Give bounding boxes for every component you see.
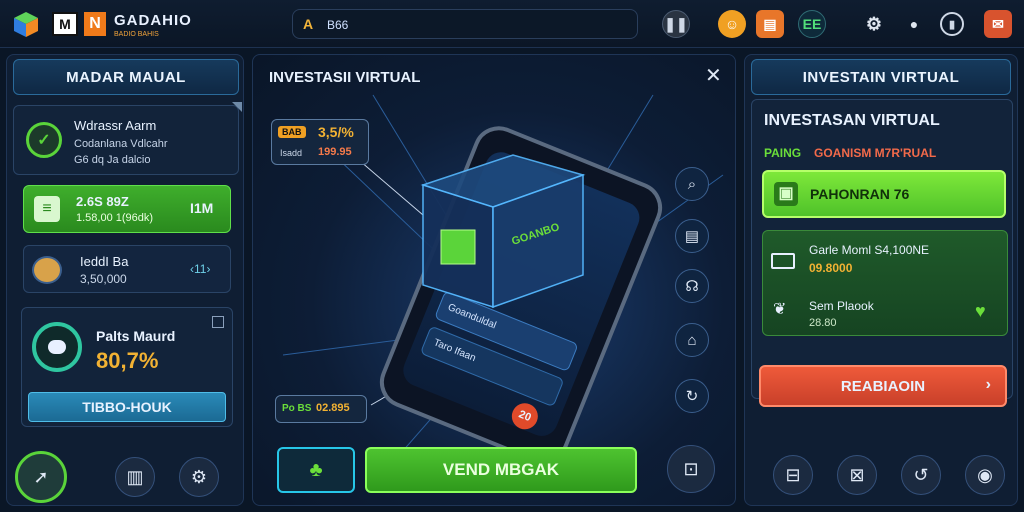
profile-icon[interactable]: ● — [900, 10, 928, 38]
search-icon[interactable]: ⌕ — [675, 167, 709, 201]
score-icon[interactable]: EE — [798, 10, 826, 38]
refresh-icon[interactable]: ↻ — [675, 379, 709, 413]
right-panel-title: INVESTAIN VIRTUAL — [751, 59, 1011, 95]
investment-card: INVESTASAN VIRTUAL PAING GOANISM M7R'RUA… — [751, 99, 1013, 399]
brand-name: GADAHIO — [114, 12, 192, 29]
balance-sub: 1.58,00 1(96dk) — [76, 212, 154, 224]
gear-icon[interactable]: ⚙ — [179, 457, 219, 497]
mail-icon[interactable]: ✉ — [984, 10, 1012, 38]
coin-icon[interactable]: ☺ — [718, 10, 746, 38]
balance-side: I1M — [190, 200, 214, 216]
profit-card[interactable]: Palts Maurd 80,7% TIBBO-HOUK — [21, 307, 233, 427]
search-icon: A — [303, 16, 314, 32]
profit-value: 80,7% — [96, 348, 159, 373]
gift-icon[interactable]: ▤ — [756, 10, 784, 38]
top-bar: M N GADAHIO BADIO BAHIS A B66 ❚❚ ☺ ▤ EE … — [0, 0, 1024, 48]
plant-icon: ❦ — [773, 301, 787, 318]
tagline-a: PAING — [764, 146, 802, 160]
left-panel: MADAR MAUAL ✓ Wdrassr Aarm Codanlana Vdl… — [6, 54, 244, 506]
holo-cube: GOANBO — [420, 154, 586, 309]
corner-marker — [232, 102, 242, 112]
primary-button[interactable]: VEND MBGAK — [365, 447, 637, 493]
deposit-side: ‹11› — [190, 262, 211, 276]
search-input[interactable]: A B66 — [292, 9, 638, 39]
deposit-card[interactable]: IeddI Ba 3,50,000 ‹11› — [23, 245, 231, 293]
brand-mark: M — [52, 12, 78, 36]
deposit-title: IeddI Ba — [80, 254, 129, 269]
row2-value: 28.80 — [809, 317, 837, 329]
rate-tag: BAB — [278, 126, 306, 138]
return-tag: Po BS — [282, 403, 312, 414]
heart-icon[interactable]: ♥ — [975, 301, 986, 322]
profit-title: Palts Maurd — [96, 328, 176, 344]
monitor-icon — [771, 253, 795, 269]
rate-sub: 199.95 — [318, 146, 352, 158]
card-icon[interactable]: ▤ — [675, 219, 709, 253]
pahonran-button[interactable]: ▣ PAHONRAN 76 — [762, 170, 1006, 218]
support-icon[interactable]: ☊ — [675, 269, 709, 303]
shop-icon[interactable]: ⊟ — [773, 455, 813, 495]
left-panel-title: MADAR MAUAL — [13, 59, 239, 95]
brand-subtitle: BADIO BAHIS — [114, 31, 159, 38]
rate-value: 3,5/% — [318, 124, 354, 140]
bag-icon[interactable]: ⊡ — [667, 445, 715, 493]
box-icon: ▣ — [774, 182, 798, 206]
cube-logo-icon — [14, 12, 38, 37]
search-value: B66 — [327, 18, 349, 32]
return-badge: Po BS 02.895 — [275, 395, 367, 423]
rate-badge: BAB 3,5/% Isadd 199.95 — [271, 119, 369, 165]
reabiaoin-button[interactable]: REABIAOIN › — [759, 365, 1007, 407]
bowl-icon — [32, 256, 62, 284]
frame-icon[interactable]: ⌂ — [675, 323, 709, 357]
summary-card[interactable]: ✓ Wdrassr Aarm Codanlana Vdlcahr G6 dq J… — [13, 102, 242, 175]
phone-badge: 20 — [507, 399, 542, 434]
plant-icon[interactable]: ♣ — [277, 447, 355, 493]
rate-label: Isadd — [280, 148, 303, 158]
pahonran-label: PAHONRAN 76 — [810, 186, 910, 202]
phone-row-2-label: Taro Ifaan — [431, 337, 478, 365]
reabiaoin-label: REABIAOIN — [840, 377, 926, 395]
stack-icon: ≡ — [34, 196, 60, 222]
box-icon[interactable]: ▥ — [115, 457, 155, 497]
row1-title: Garle Moml S4,100NE — [809, 243, 930, 257]
details-card: Garle Moml S4,100NE 09.8000 ❦ Sem Plaook… — [762, 230, 1008, 336]
checkbox[interactable] — [212, 316, 224, 328]
camera-icon[interactable]: ◉ — [965, 455, 1005, 495]
settings-icon[interactable]: ⚙ — [860, 10, 888, 38]
power-icon[interactable]: ▮ — [940, 12, 964, 36]
row2-title: Sem Plaook — [809, 299, 874, 313]
summary-title: Wdrassr Aarm — [74, 118, 157, 133]
row1-value: 09.8000 — [809, 261, 853, 275]
right-panel: INVESTAIN VIRTUAL INVESTASAN VIRTUAL PAI… — [744, 54, 1018, 506]
rotate-icon[interactable]: ↺ — [901, 455, 941, 495]
summary-line2: Codanlana Vdlcahr — [74, 138, 168, 150]
lock-icon[interactable]: ⊠ — [837, 455, 877, 495]
return-value: 02.895 — [316, 402, 350, 414]
brand-n-logo: N — [84, 12, 106, 36]
check-icon: ✓ — [26, 122, 62, 158]
cloud-icon — [32, 322, 82, 372]
deposit-value: 3,50,000 — [80, 272, 127, 286]
tagline-b: GOANISM M7R'RUAL — [814, 146, 937, 160]
rocket-icon[interactable]: ➚ — [15, 451, 67, 503]
center-panel: INVESTASII VIRTUAL ✕ Goanduldal Taro Ifa… — [252, 54, 736, 506]
balance-value: 2.6S 89Z — [76, 194, 129, 209]
balance-card[interactable]: ≡ 2.6S 89Z 1.58,00 1(96dk) I1M — [23, 185, 231, 233]
pause-icon[interactable]: ❚❚ — [662, 10, 690, 38]
summary-line3: G6 dq Ja dalcio — [74, 154, 151, 166]
investment-subtitle: INVESTASAN VIRTUAL — [764, 112, 940, 129]
turbo-button[interactable]: TIBBO-HOUK — [28, 392, 226, 422]
chevron-right-icon: › — [985, 376, 991, 393]
